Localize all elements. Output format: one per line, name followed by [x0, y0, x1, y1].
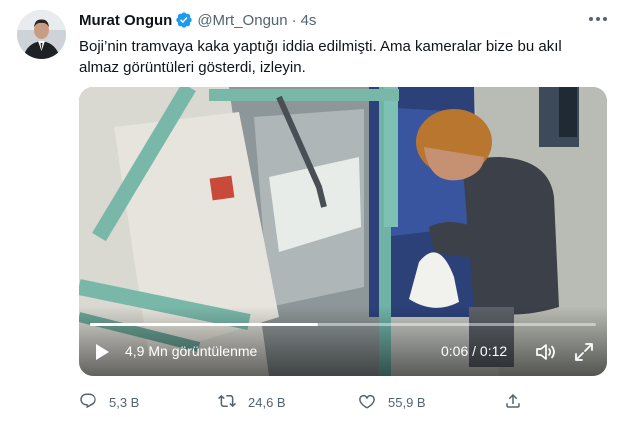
author-name[interactable]: Murat Ongun [79, 12, 172, 29]
view-count: 4,9 Mn görüntülenme [125, 343, 258, 359]
reply-icon [79, 392, 97, 413]
reply-count: 5,3 B [109, 394, 140, 410]
tweet-time[interactable]: 4s [301, 12, 317, 29]
author-handle[interactable]: @Mrt_Ongun [197, 12, 287, 29]
retweet-count: 24,6 B [248, 394, 286, 410]
share-button[interactable] [504, 391, 522, 413]
like-icon [358, 392, 376, 413]
reply-button[interactable]: 5,3 B [79, 391, 139, 413]
play-icon[interactable] [93, 343, 111, 361]
video-progress-bar[interactable] [90, 323, 596, 326]
video-progress-fill [90, 323, 318, 326]
tweet-text: Boji’nin tramvaya kaka yaptığı iddia edi… [79, 38, 562, 76]
volume-icon[interactable] [535, 342, 557, 362]
share-icon [504, 392, 522, 413]
retweet-icon [218, 392, 236, 413]
tweet-header: Murat Ongun @Mrt_Ongun · 4s [79, 11, 316, 29]
avatar-image [17, 10, 66, 59]
video-controls: 4,9 Mn görüntülenme 0:06 / 0:12 [79, 337, 607, 365]
avatar[interactable] [17, 10, 66, 59]
tweet-actions: 5,3 B 24,6 B 55,9 B [79, 391, 539, 413]
verified-badge-icon [175, 11, 193, 29]
video-timecode: 0:06 / 0:12 [441, 343, 508, 359]
video-player[interactable]: 4,9 Mn görüntülenme 0:06 / 0:12 [79, 87, 607, 376]
like-button[interactable]: 55,9 B [358, 391, 426, 413]
separator-dot: · [291, 11, 297, 29]
like-count: 55,9 B [388, 394, 426, 410]
retweet-button[interactable]: 24,6 B [218, 391, 286, 413]
tweet: Murat Ongun @Mrt_Ongun · 4s Boji’nin tra… [0, 0, 640, 432]
more-icon[interactable] [582, 9, 614, 29]
fullscreen-icon[interactable] [573, 341, 595, 363]
